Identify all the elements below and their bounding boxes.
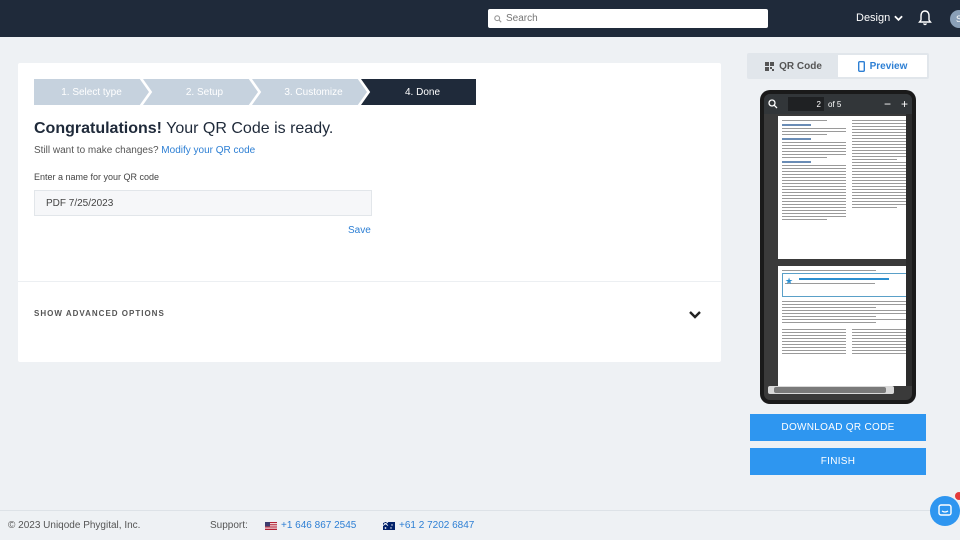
qr-done-card: 1. Select type 2. Setup 3. Customize 4. … [18, 63, 721, 362]
phone-au-text: +61 2 7202 6847 [399, 520, 475, 531]
search-icon[interactable] [768, 99, 778, 109]
congrats-bold: Congratulations! [34, 120, 162, 137]
chevron-down-icon[interactable] [688, 309, 702, 321]
design-menu[interactable]: Design [856, 12, 903, 24]
chat-button[interactable] [930, 496, 960, 526]
qr-name-input[interactable] [34, 190, 372, 216]
phone-preview: of 5 − + ★ [760, 90, 916, 404]
page-number-input[interactable] [788, 97, 824, 111]
pdf-toolbar: of 5 − + [764, 94, 912, 114]
modify-line: Still want to make changes? Modify your … [34, 145, 255, 156]
chevron-down-icon [894, 15, 903, 21]
modify-qr-link[interactable]: Modify your QR code [161, 145, 255, 156]
bell-icon[interactable] [918, 10, 932, 26]
scroll-thumb[interactable] [774, 387, 886, 393]
divider [18, 281, 721, 282]
step-label: 1. Select type [61, 86, 122, 98]
step-done: 4. Done [361, 79, 476, 105]
vertical-scrollbar[interactable] [906, 114, 912, 386]
save-button[interactable]: Save [348, 225, 371, 236]
phone-icon [857, 60, 865, 72]
step-select-type[interactable]: 1. Select type [34, 79, 149, 105]
au-flag-icon [383, 521, 395, 530]
avatar-initial: S [955, 14, 960, 24]
design-menu-label: Design [856, 12, 891, 24]
zoom-out-icon[interactable]: − [884, 97, 891, 111]
step-progress: 1. Select type 2. Setup 3. Customize 4. … [34, 79, 476, 105]
footer-divider [0, 510, 960, 511]
zoom-controls: − + [884, 97, 908, 111]
pdf-page: ★ [778, 266, 912, 386]
phone-link-us[interactable]: +1 646 867 2545 [265, 520, 356, 531]
chat-icon [938, 504, 952, 516]
us-flag-icon [265, 521, 277, 530]
search-box[interactable] [488, 9, 768, 28]
tab-preview-label: Preview [869, 60, 908, 72]
finish-button[interactable]: FINISH [750, 448, 926, 475]
avatar[interactable]: S [950, 10, 960, 28]
notification-dot [955, 492, 960, 500]
congrats-text: Your QR Code is ready. [162, 120, 334, 137]
tab-preview[interactable]: Preview [838, 55, 927, 77]
phone-us-text: +1 646 867 2545 [281, 520, 357, 531]
horizontal-scrollbar[interactable] [768, 386, 894, 394]
copyright-text: © 2023 Uniqode Phygital, Inc. [8, 520, 141, 531]
step-setup[interactable]: 2. Setup [143, 79, 258, 105]
pdf-banner: ★ [782, 273, 912, 297]
pdf-viewer[interactable]: of 5 − + ★ [764, 94, 912, 400]
tab-qr-code[interactable]: QR Code [749, 55, 838, 77]
top-navbar: Design S [0, 0, 960, 37]
zoom-in-icon[interactable]: + [901, 97, 908, 111]
step-label: 2. Setup [185, 86, 224, 98]
page-count: of 5 [828, 99, 842, 109]
search-input[interactable] [506, 13, 746, 24]
qr-code-icon [765, 61, 775, 71]
pdf-page [778, 116, 912, 259]
search-icon [494, 14, 502, 23]
tab-qr-code-label: QR Code [779, 60, 822, 72]
step-label: 4. Done [404, 86, 441, 98]
modify-prefix: Still want to make changes? [34, 145, 162, 156]
qr-name-label: Enter a name for your QR code [34, 172, 160, 182]
star-icon: ★ [785, 276, 794, 286]
preview-toggle: QR Code Preview [747, 53, 929, 79]
step-customize[interactable]: 3. Customize [252, 79, 367, 105]
support-label: Support: [210, 520, 248, 531]
page-title: Congratulations! Your QR Code is ready. [34, 120, 333, 138]
step-label: 3. Customize [284, 86, 343, 98]
download-qr-code-button[interactable]: DOWNLOAD QR CODE [750, 414, 926, 441]
phone-link-au[interactable]: +61 2 7202 6847 [383, 520, 474, 531]
show-advanced-options[interactable]: SHOW ADVANCED OPTIONS [34, 309, 165, 318]
